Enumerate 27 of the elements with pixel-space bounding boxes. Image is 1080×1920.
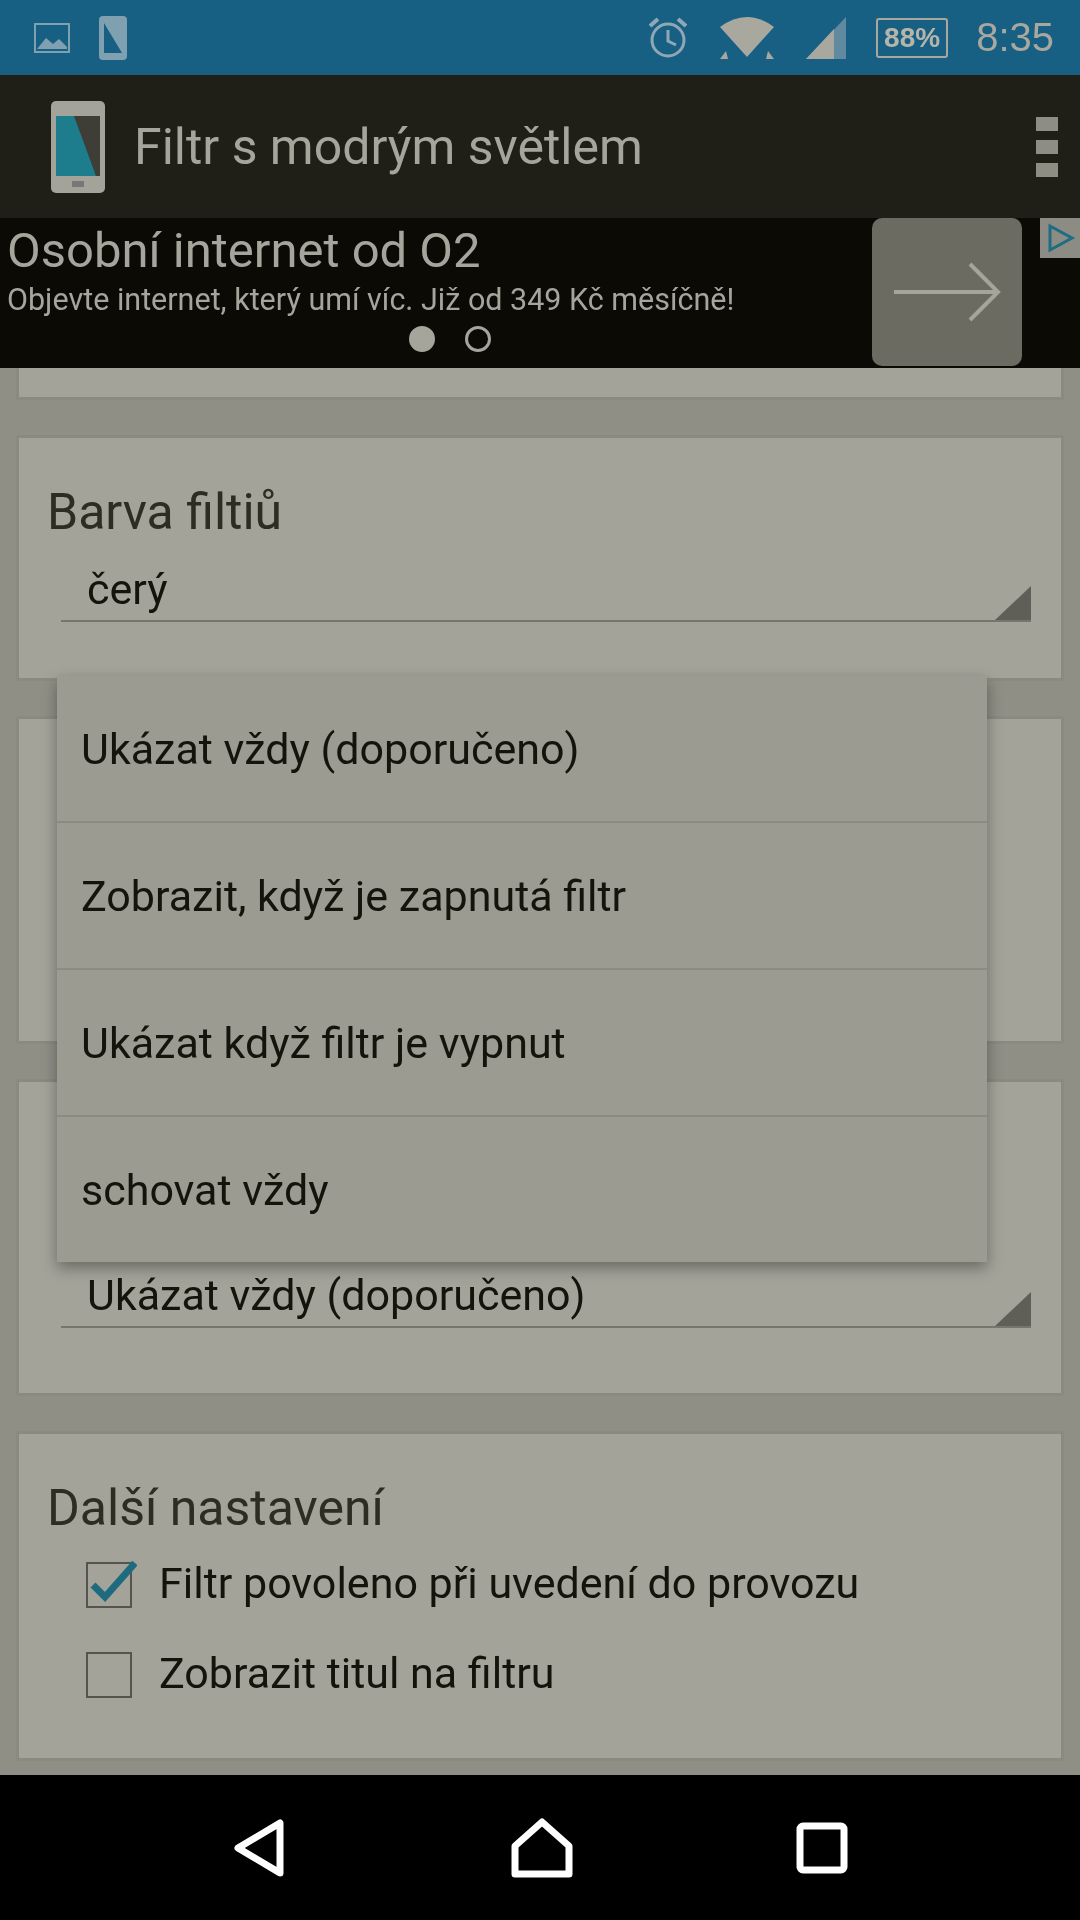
home-button[interactable] xyxy=(511,1817,573,1878)
card-title: Další nastavení xyxy=(47,1478,386,1538)
battery-indicator: 88% xyxy=(876,17,949,58)
dropdown-corner-icon xyxy=(995,1292,1031,1326)
app-title: Filtr s modrým světlem xyxy=(134,117,644,176)
recents-button[interactable] xyxy=(796,1821,849,1874)
menu-item[interactable]: schovat vždy xyxy=(57,1115,987,1262)
page-dot[interactable] xyxy=(408,326,435,352)
ad-text: Objevte internet, který umí víc. Již od 349 Kč měsíčně! xyxy=(7,281,736,319)
wifi-icon xyxy=(718,14,777,61)
dropdown-field[interactable]: čerý xyxy=(61,550,1031,622)
ad-banner[interactable]: Osobní internet od O2 Objevte internet, který umí víc. Již od 349 Kč měsíčně! xyxy=(0,218,1080,368)
menu-item[interactable]: Zobrazit, když je zapnutá filtr xyxy=(57,821,987,968)
menu-item[interactable]: Ukázat když filtr je vypnut xyxy=(57,968,987,1115)
image-icon xyxy=(34,22,70,53)
phone-icon xyxy=(98,14,128,61)
app-icon xyxy=(50,99,106,194)
checkbox-label: Zobrazit titul na filtru xyxy=(159,1648,555,1698)
ad-title: Osobní internet od O2 xyxy=(7,222,482,280)
clock: 8:35 xyxy=(976,15,1054,60)
page-dot[interactable] xyxy=(464,326,491,352)
arrow-icon xyxy=(892,262,1002,322)
menu-icon[interactable] xyxy=(1034,114,1060,179)
card-title: Barva filtiů xyxy=(47,482,284,542)
dropdown-corner-icon xyxy=(995,586,1031,620)
menu-item[interactable]: Ukázat vždy (doporučeno) xyxy=(57,676,987,821)
checkbox-label: Filtr povoleno při uvedení do provozu xyxy=(159,1558,860,1608)
